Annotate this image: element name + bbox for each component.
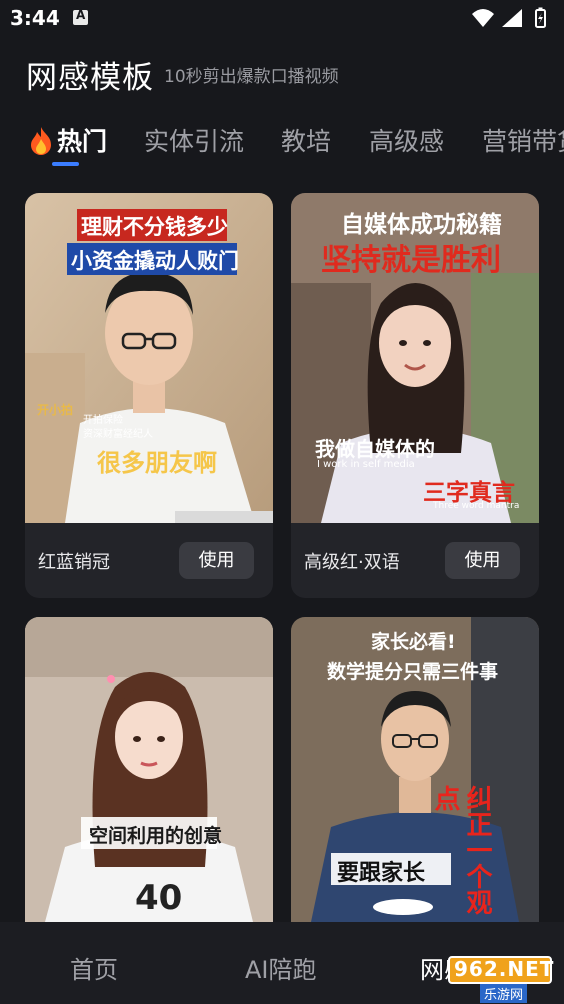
template-preview[interactable]: 40 空间利用的创意	[25, 617, 273, 922]
caption-bottom: 很多朋友啊	[97, 449, 217, 477]
template-card[interactable]: 40 空间利用的创意	[25, 617, 273, 922]
caption-line2: 数学提分只需三件事	[327, 661, 499, 683]
caption-bottom: 要跟家长	[337, 861, 426, 886]
caption-side: 纠正一个观点	[430, 785, 492, 915]
caption-line2: 坚持就是胜利	[321, 243, 501, 278]
page-title: 网感模板	[26, 60, 154, 96]
caption-mid: 我做自媒体的	[315, 437, 435, 461]
card-footer: 红蓝销冠 使用	[25, 523, 273, 598]
caption-line1: 家长必看!	[371, 631, 456, 653]
tab-marketing[interactable]: 营销带货	[482, 122, 564, 158]
caption-bottom-en: Three word mantra	[433, 501, 520, 511]
template-preview-image: 40	[25, 617, 273, 922]
use-button[interactable]: 使用	[179, 542, 254, 579]
a-icon	[73, 8, 88, 25]
wifi-icon	[472, 9, 494, 27]
watermark-logo: 962.NET 乐游网	[420, 950, 560, 1003]
caption-line1: 理财不分钱多少	[81, 215, 228, 239]
active-tab-indicator	[52, 162, 79, 166]
nav-ai-coach[interactable]: AI陪跑	[245, 950, 317, 985]
tab-premium[interactable]: 高级感	[369, 122, 444, 158]
page-subtitle: 10秒剪出爆款口播视频	[164, 67, 339, 87]
template-preview[interactable]: 家长必看! 数学提分只需三件事 纠正一个观点 要跟家长	[291, 617, 539, 922]
template-card[interactable]: 自媒体成功秘籍 坚持就是胜利 我做自媒体的 I work in self med…	[291, 193, 539, 598]
nav-home[interactable]: 首页	[70, 950, 118, 985]
status-time: 3:44	[10, 6, 60, 30]
template-name: 高级红·双语	[304, 552, 400, 573]
caption-small2: 资深财富经纪人	[83, 429, 153, 440]
template-card[interactable]: 家长必看! 数学提分只需三件事 纠正一个观点 要跟家长	[291, 617, 539, 922]
category-tabs: 热门 实体引流 教培 高级感 营销带货	[26, 122, 564, 170]
tab-offline-traffic[interactable]: 实体引流	[144, 122, 244, 158]
use-button[interactable]: 使用	[445, 542, 520, 579]
svg-text:40: 40	[135, 878, 182, 918]
caption-tag: 开小拍	[37, 403, 74, 417]
caption-mid-en: I work in self media	[317, 459, 415, 470]
caption-line1: 自媒体成功秘籍	[341, 212, 502, 238]
caption-small1: 开拍保险	[83, 415, 123, 426]
template-preview[interactable]: 理财不分钱多少 小资金撬动人败门 开小拍 开拍保险 资深财富经纪人 很多朋友啊	[25, 193, 273, 523]
tab-hot[interactable]: 热门	[57, 122, 107, 158]
card-footer: 高级红·双语 使用	[291, 523, 539, 598]
watermark-text: 962.NET	[454, 957, 555, 981]
status-bar: 3:44	[0, 0, 564, 36]
template-preview[interactable]: 自媒体成功秘籍 坚持就是胜利 我做自媒体的 I work in self med…	[291, 193, 539, 523]
signal-icon	[502, 9, 522, 27]
caption-bottom: 空间利用的创意	[89, 825, 223, 847]
watermark-sub: 乐游网	[480, 984, 528, 1003]
tab-education[interactable]: 教培	[281, 122, 331, 158]
template-card[interactable]: 理财不分钱多少 小资金撬动人败门 开小拍 开拍保险 资深财富经纪人 很多朋友啊 …	[25, 193, 273, 598]
caption-line2: 小资金撬动人败门	[71, 249, 239, 273]
status-icons	[472, 7, 546, 28]
template-name: 红蓝销冠	[38, 552, 110, 573]
